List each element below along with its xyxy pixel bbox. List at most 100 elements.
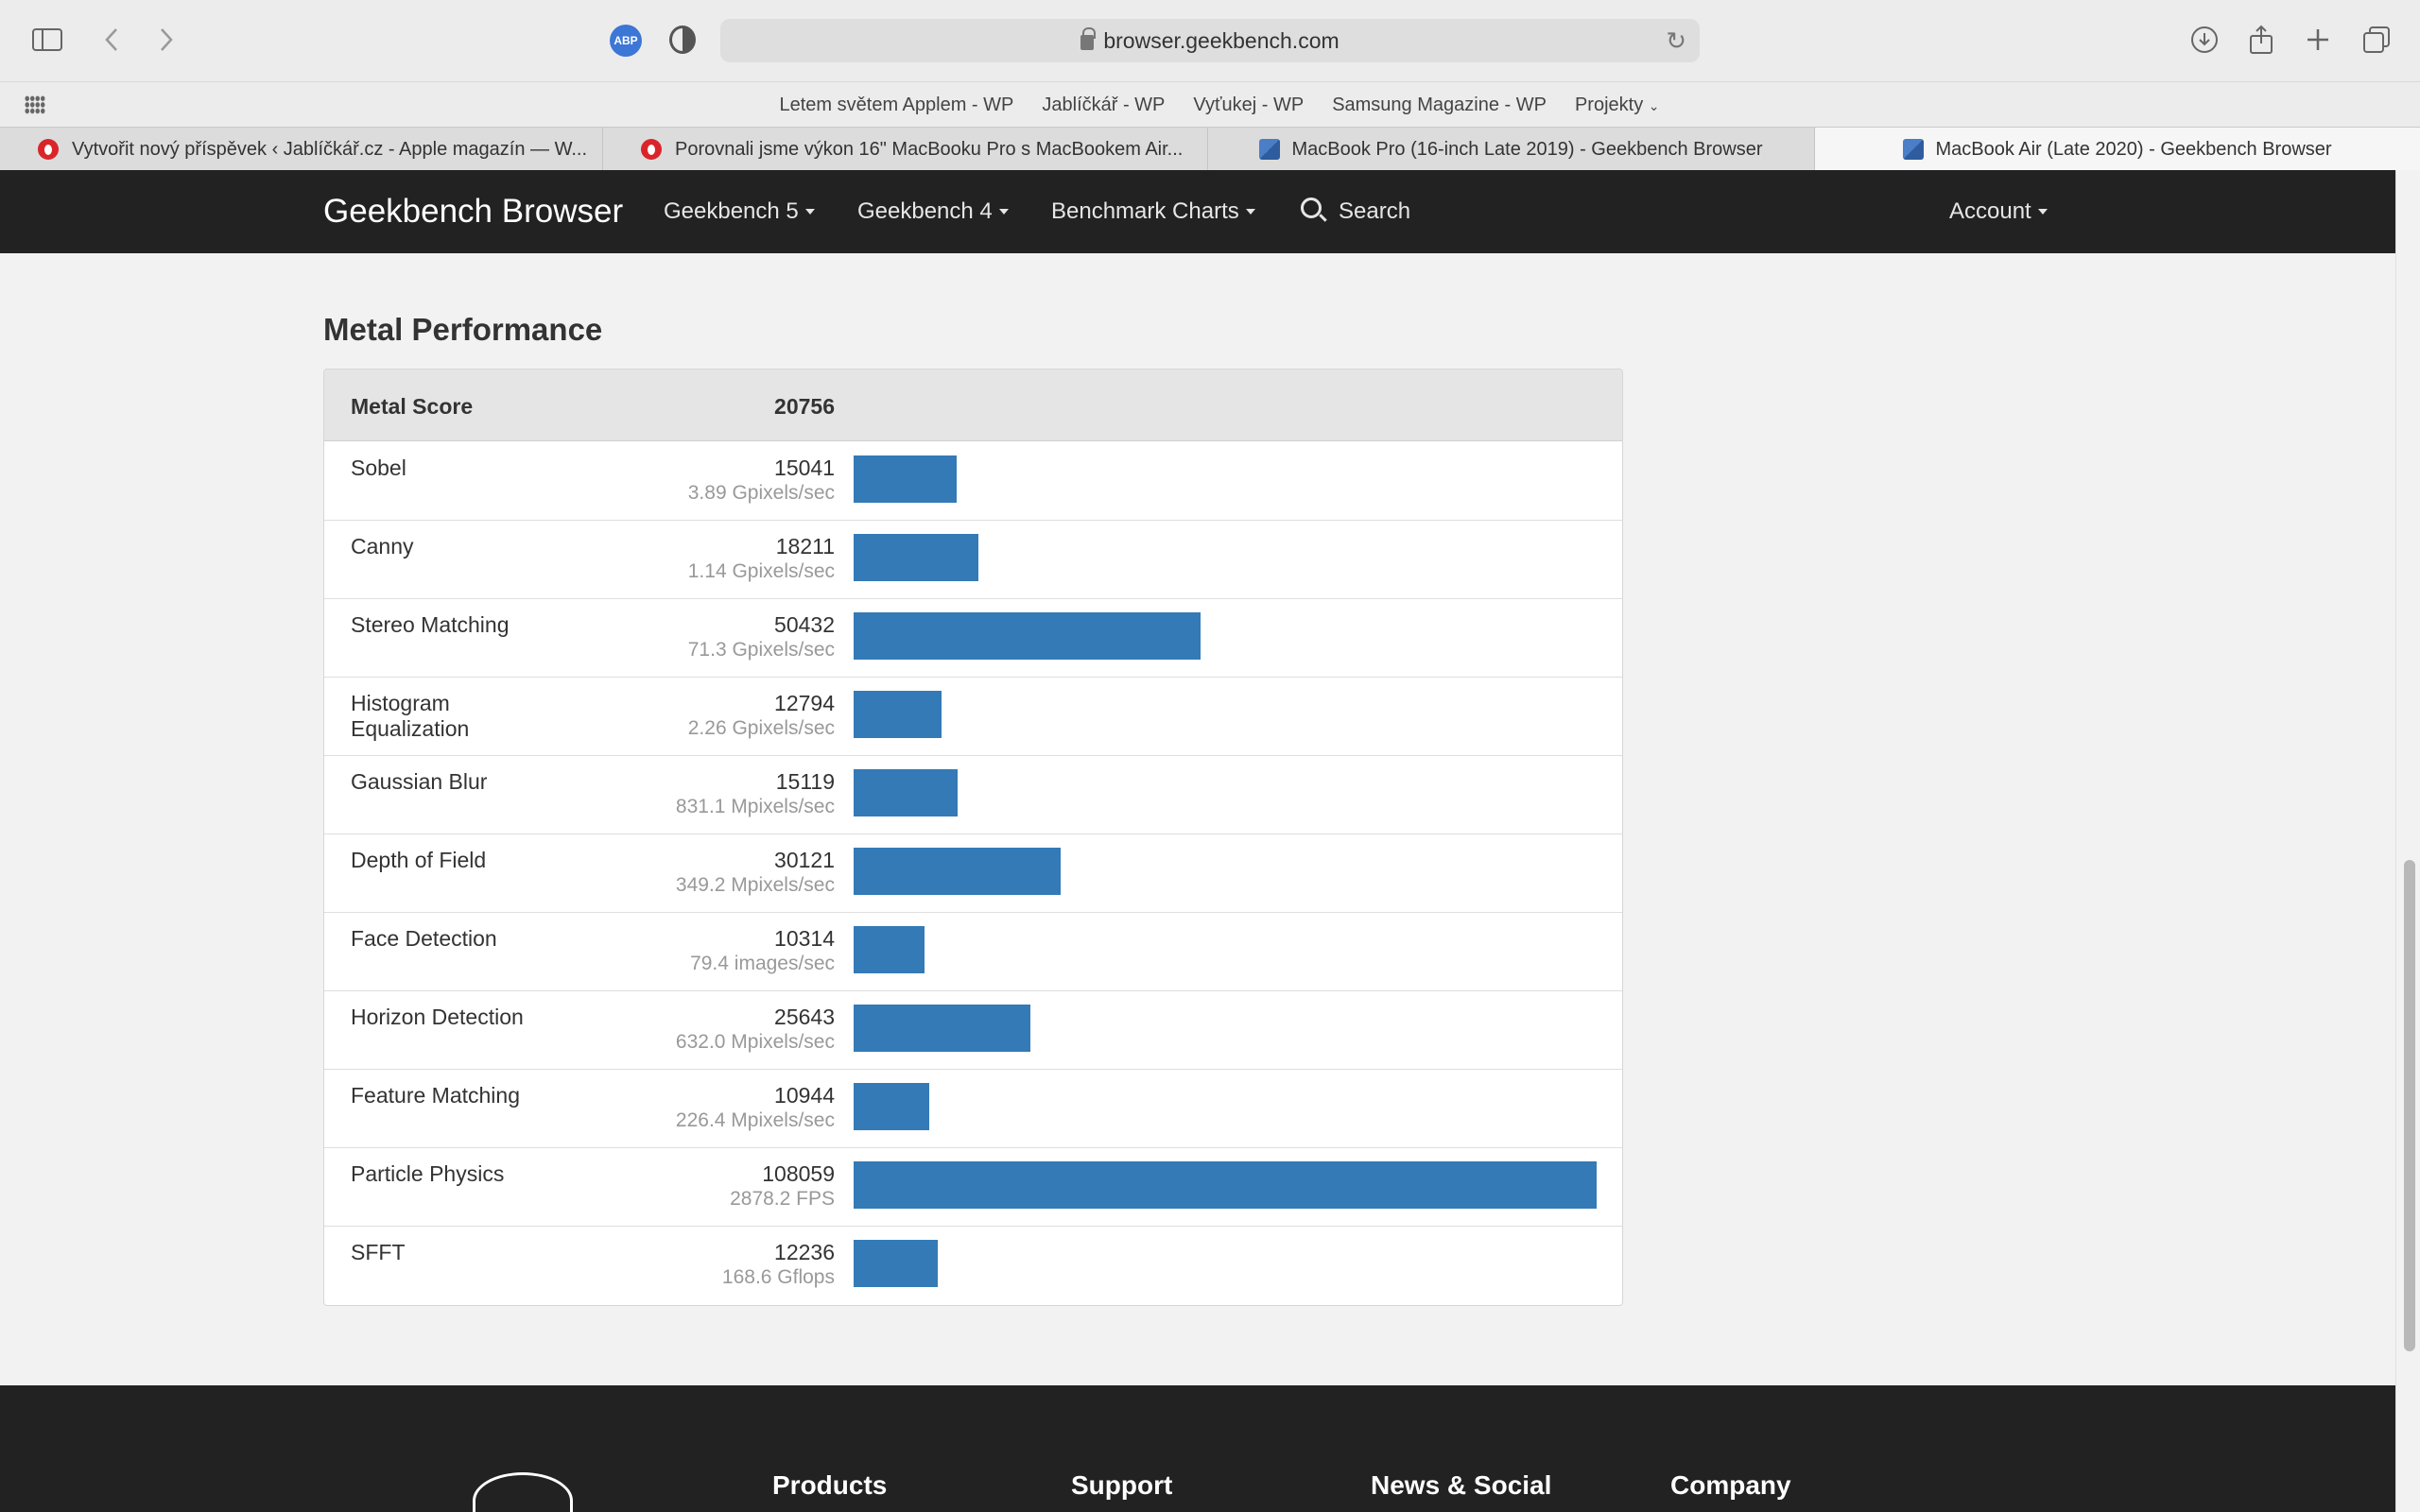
benchmark-score: 108059 (762, 1161, 835, 1186)
tab-title: MacBook Pro (16-inch Late 2019) - Geekbe… (1291, 138, 1763, 160)
bookmark-item[interactable]: Samsung Magazine - WP (1332, 94, 1547, 116)
benchmark-score: 25643 (774, 1005, 835, 1029)
benchmark-rate: 3.89 Gpixels/sec (687, 482, 835, 504)
footer-company[interactable]: Company (1670, 1470, 1791, 1501)
back-icon[interactable] (93, 21, 130, 59)
benchmark-rate: 2878.2 FPS (730, 1188, 835, 1210)
nav-geekbench5[interactable]: Geekbench 5 (664, 198, 815, 225)
table-row: Stereo Matching 50432 71.3 Gpixels/sec (324, 599, 1622, 678)
nav-account[interactable]: Account (1949, 198, 2048, 225)
bookmark-item[interactable]: Jablíčkář - WP (1042, 94, 1165, 116)
nav-geekbench4[interactable]: Geekbench 4 (857, 198, 1009, 225)
browser-tab[interactable]: Vytvořit nový příspěvek ‹ Jablíčkář.cz -… (0, 128, 603, 171)
nav-search[interactable]: Search (1339, 198, 1410, 225)
page-scrollbar-thumb[interactable] (2404, 860, 2415, 1351)
table-row: Particle Physics 108059 2878.2 FPS (324, 1148, 1622, 1227)
nav-benchmark-charts[interactable]: Benchmark Charts (1051, 198, 1255, 225)
table-row: Gaussian Blur 15119 831.1 Mpixels/sec (324, 756, 1622, 834)
site-navbar: Geekbench Browser Geekbench 5 Geekbench … (0, 170, 2395, 253)
score-bar (854, 455, 957, 503)
score-bar (854, 691, 942, 738)
chevron-down-icon: ⌄ (1648, 97, 1660, 113)
benchmark-rate: 2.26 Gpixels/sec (687, 717, 835, 739)
benchmark-score: 10314 (774, 926, 835, 951)
browser-tab-active[interactable]: MacBook Air (Late 2020) - Geekbench Brow… (1815, 128, 2420, 171)
benchmark-name: Horizon Detection (351, 1005, 524, 1029)
benchmark-rate: 79.4 images/sec (690, 953, 835, 974)
table-row: Depth of Field 30121 349.2 Mpixels/sec (324, 834, 1622, 913)
table-row: SFFT 12236 168.6 Gflops (324, 1227, 1622, 1305)
metal-score-value: 20756 (774, 394, 835, 419)
benchmark-name: Face Detection (351, 926, 497, 951)
table-row: Sobel 15041 3.89 Gpixels/sec (324, 442, 1622, 521)
benchmark-rate: 349.2 Mpixels/sec (675, 874, 835, 896)
benchmark-score: 30121 (774, 848, 835, 872)
section-title: Metal Performance (323, 312, 603, 347)
browser-toolbar: ABP browser.geekbench.com ↻ (0, 0, 2420, 81)
red-apple-icon (38, 139, 59, 160)
new-tab-icon[interactable] (2299, 21, 2337, 59)
benchmark-rate: 632.0 Mpixels/sec (675, 1031, 835, 1053)
benchmark-rate: 226.4 Mpixels/sec (675, 1109, 835, 1131)
score-bar (854, 1005, 1030, 1052)
browser-tab[interactable]: Porovnali jsme výkon 16" MacBooku Pro s … (603, 128, 1208, 171)
benchmark-name: Feature Matching (351, 1083, 520, 1108)
score-bar (854, 926, 925, 973)
benchmark-score: 50432 (774, 612, 835, 637)
score-bar (854, 848, 1061, 895)
address-bar[interactable]: browser.geekbench.com ↻ (720, 19, 1700, 62)
benchmark-name: Gaussian Blur (351, 769, 488, 794)
benchmark-score: 12794 (774, 691, 835, 715)
primate-labs-logo (473, 1472, 573, 1512)
table-row: Histogram Equalization 12794 2.26 Gpixels/… (324, 678, 1622, 756)
footer-support[interactable]: Support (1071, 1470, 1172, 1501)
benchmark-rate: 1.14 Gpixels/sec (687, 560, 835, 582)
score-bar (854, 534, 978, 581)
metal-score-label: Metal Score (351, 394, 474, 419)
footer-products[interactable]: Products (772, 1470, 887, 1501)
benchmark-name: Stereo Matching (351, 612, 510, 637)
benchmark-name: Particle Physics (351, 1161, 505, 1186)
table-row: Feature Matching 10944 226.4 Mpixels/sec (324, 1070, 1622, 1148)
forward-icon[interactable] (147, 21, 185, 59)
benchmark-score: 15119 (775, 769, 835, 794)
benchmark-name: Sobel (351, 455, 406, 480)
tab-title: Vytvořit nový příspěvek ‹ Jablíčkář.cz -… (72, 138, 588, 160)
score-bar (854, 1161, 1597, 1209)
site-footer: Products Support News & Social Company (0, 1385, 2395, 1512)
bookmark-item[interactable]: Vyťukej - WP (1193, 94, 1304, 116)
lock-icon (1080, 27, 1097, 50)
benchmark-rate: 71.3 Gpixels/sec (687, 639, 835, 661)
search-icon[interactable] (1301, 198, 1322, 218)
tab-overview-icon[interactable] (2358, 21, 2395, 59)
sidebar-toggle-icon[interactable] (28, 21, 66, 59)
benchmark-rate: 831.1 Mpixels/sec (675, 796, 835, 817)
benchmark-score: 18211 (775, 534, 835, 558)
score-bar (854, 1240, 938, 1287)
bookmark-folder-label: Projekty (1574, 94, 1644, 115)
privacy-shield-icon[interactable] (669, 26, 696, 54)
table-header: Metal Score 20756 (324, 369, 1622, 441)
benchmark-name: Canny (351, 534, 414, 558)
score-bar (854, 1083, 929, 1130)
bookmark-item[interactable]: Letem světem Applem - WP (780, 94, 1014, 116)
footer-news-social[interactable]: News & Social (1371, 1470, 1551, 1501)
geekbench-icon (1259, 139, 1281, 160)
url-text: browser.geekbench.com (1103, 27, 1340, 53)
bookmark-folder[interactable]: Projekty ⌄ (1575, 94, 1660, 116)
table-row: Face Detection 10314 79.4 images/sec (324, 913, 1622, 991)
site-brand[interactable]: Geekbench Browser (323, 193, 623, 231)
reload-icon[interactable]: ↻ (1666, 26, 1686, 56)
score-bar (854, 612, 1201, 660)
bookmarks-bar: Letem světem Applem - WP Jablíčkář - WP … (0, 81, 2420, 127)
benchmark-score: 15041 (774, 455, 835, 480)
adblock-plus-icon[interactable]: ABP (610, 25, 642, 57)
share-icon[interactable] (2242, 21, 2280, 59)
benchmark-score: 10944 (774, 1083, 835, 1108)
browser-tab[interactable]: MacBook Pro (16-inch Late 2019) - Geekbe… (1208, 128, 1815, 171)
geekbench-icon (1903, 139, 1925, 160)
tab-bar: Vytvořit nový příspěvek ‹ Jablíčkář.cz -… (0, 127, 2420, 171)
benchmark-score: 12236 (774, 1240, 835, 1264)
downloads-icon[interactable] (2186, 21, 2223, 59)
score-bar (854, 769, 958, 816)
